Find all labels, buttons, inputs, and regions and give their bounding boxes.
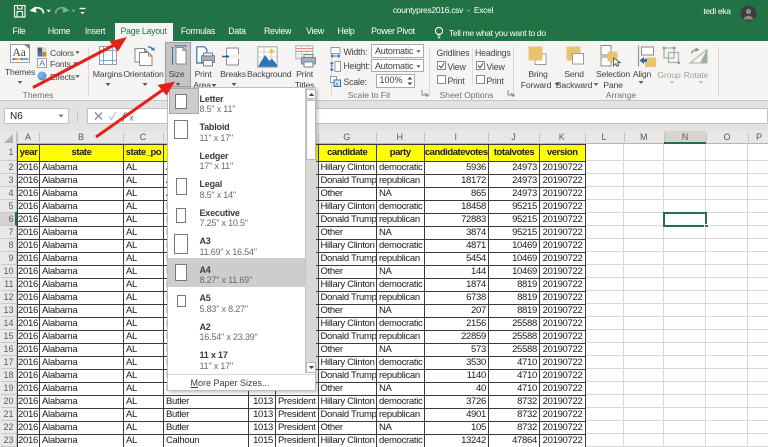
svg-text:A: A <box>39 58 45 68</box>
svg-text:x: x <box>129 113 134 123</box>
svg-text:Aa: Aa <box>12 47 25 59</box>
svg-text:f: f <box>122 110 127 122</box>
